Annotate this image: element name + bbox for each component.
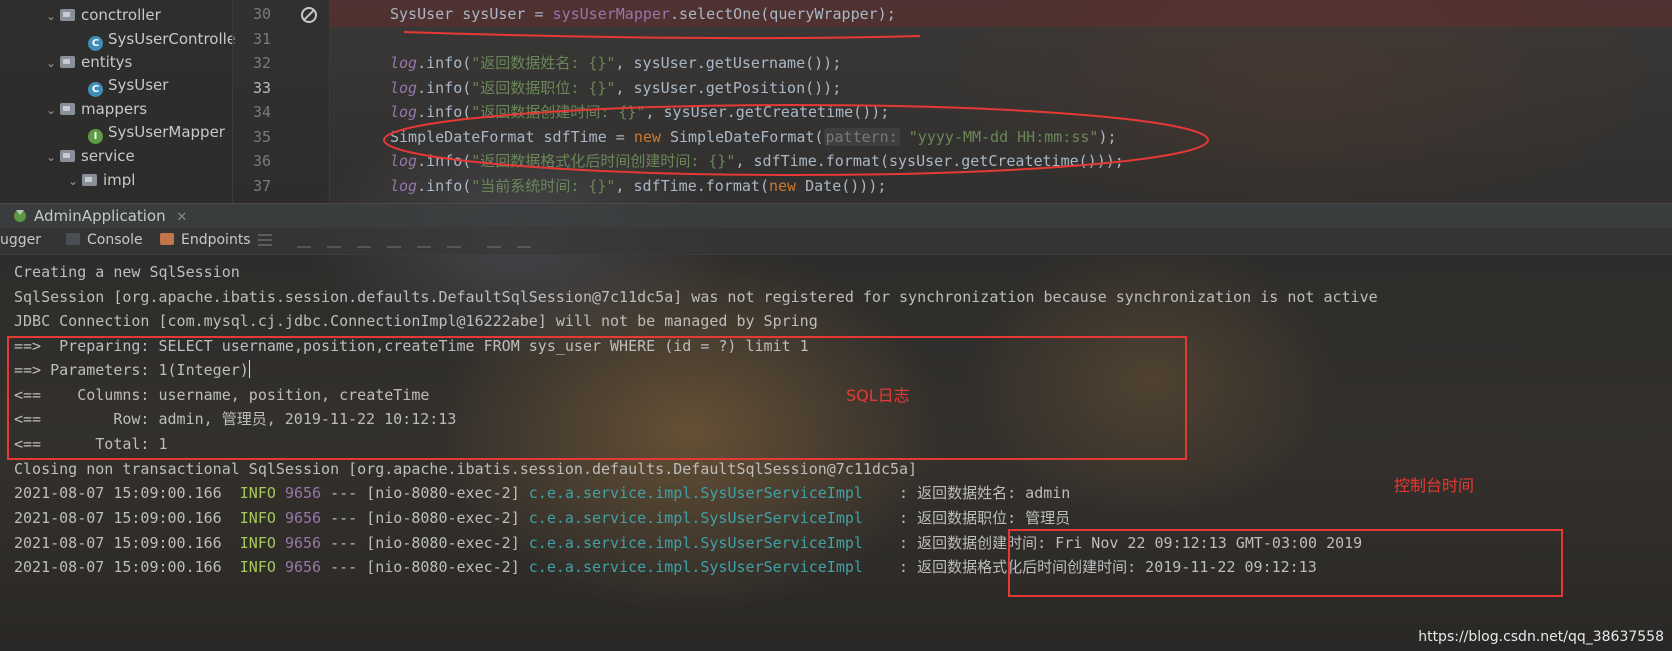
folder-icon — [60, 56, 75, 68]
step-out-icon[interactable] — [417, 234, 431, 248]
chevron-down-icon[interactable]: ⌄ — [46, 145, 60, 170]
chevron-down-icon[interactable]: ⌄ — [46, 4, 60, 29]
line-number-current: 33 — [252, 79, 271, 97]
chevron-down-icon[interactable]: ⌄ — [68, 169, 82, 194]
tab-debugger[interactable]: ugger — [0, 227, 41, 254]
run-app-icon — [12, 207, 28, 223]
folder-icon — [60, 150, 75, 162]
class-icon: C — [88, 36, 103, 51]
disabled-breakpoint-icon[interactable] — [301, 7, 317, 23]
endpoints-icon — [160, 233, 174, 245]
line-number: 36 — [252, 152, 271, 170]
chevron-down-icon[interactable]: ⌄ — [46, 98, 60, 123]
tree-item-label: service — [81, 147, 135, 165]
sql-log-highlight-box — [7, 336, 1187, 460]
menu-icon[interactable] — [258, 234, 272, 246]
folder-icon — [60, 9, 75, 21]
line-number: 30 — [252, 5, 271, 23]
interface-icon: I — [88, 129, 103, 144]
circle-annotation — [383, 104, 1209, 176]
run-to-cursor-icon[interactable] — [447, 234, 461, 248]
log-line: 2021-08-07 15:09:00.166 INFO 9656 --- [n… — [14, 509, 1071, 527]
tree-item-label: impl — [103, 171, 136, 189]
tab-endpoints[interactable]: Endpoints — [160, 227, 251, 254]
console-output[interactable]: Creating a new SqlSession SqlSession [or… — [0, 254, 1672, 651]
code-editor[interactable]: SysUser sysUser = sysUserMapper.selectOn… — [330, 0, 1672, 203]
line-number: 34 — [252, 103, 271, 121]
tree-item-label: SysUser — [108, 76, 169, 94]
log-line: 2021-08-07 15:09:00.166 INFO 9656 --- [n… — [14, 484, 1071, 502]
tree-item-sysuser[interactable]: C SysUser — [88, 73, 168, 98]
run-tool-window-header: AdminApplication ✕ — [0, 203, 1672, 228]
console-line: Creating a new SqlSession — [14, 263, 240, 281]
annotation-strokes — [383, 31, 1209, 176]
project-tree: ⌄ conctroller C SysUserControlle ⌄ entitys … — [0, 0, 236, 203]
folder-icon — [60, 103, 75, 115]
step-over-icon[interactable] — [327, 234, 341, 248]
tree-item-sysusercontroller[interactable]: C SysUserControlle — [88, 27, 236, 52]
line-number: 37 — [252, 177, 271, 195]
tree-item-entitys[interactable]: ⌄ entitys — [46, 50, 132, 75]
line-number: 35 — [252, 128, 271, 146]
console-icon — [66, 233, 80, 245]
underline-annotation — [403, 31, 921, 40]
line-number: 32 — [252, 54, 271, 72]
force-step-into-icon[interactable] — [387, 234, 401, 248]
chevron-down-icon[interactable]: ⌄ — [46, 51, 60, 76]
console-time-highlight-box — [1008, 529, 1563, 597]
console-line: SqlSession [org.apache.ibatis.session.de… — [14, 288, 1378, 306]
console-time-annotation: 控制台时间 — [1394, 476, 1475, 495]
folder-icon — [82, 174, 97, 186]
line-number: 31 — [252, 30, 271, 48]
tree-item-controller[interactable]: ⌄ conctroller — [46, 3, 161, 28]
tree-item-sysusermapper[interactable]: I SysUserMapper — [88, 120, 225, 145]
editor-gutter: 30 31 32 33 34 35 36 37 — [232, 0, 330, 203]
sql-log-annotation: SQL日志 — [846, 386, 910, 405]
console-line: Closing non transactional SqlSession [or… — [14, 460, 918, 478]
tree-item-label: mappers — [81, 100, 148, 118]
tree-item-impl[interactable]: ⌄ impl — [68, 168, 135, 193]
show-execution-point-icon[interactable] — [297, 234, 311, 248]
step-into-icon[interactable] — [357, 234, 371, 248]
tree-item-label: conctroller — [81, 6, 161, 24]
watermark: https://blog.csdn.net/qq_38637558 — [1418, 629, 1664, 645]
run-toolbar: ugger Console Endpoints — [0, 227, 1672, 255]
trace-icon[interactable] — [517, 234, 531, 248]
tree-item-label: SysUserMapper — [108, 123, 225, 141]
tree-item-label: entitys — [81, 53, 133, 71]
close-icon[interactable]: ✕ — [176, 210, 187, 225]
class-icon: C — [88, 82, 103, 97]
tree-item-label: SysUserControlle — [108, 30, 237, 48]
tab-console[interactable]: Console — [66, 227, 143, 254]
console-line: JDBC Connection [com.mysql.cj.jdbc.Conne… — [14, 312, 818, 330]
tree-item-mappers[interactable]: ⌄ mappers — [46, 97, 147, 122]
tree-item-service[interactable]: ⌄ service — [46, 144, 135, 169]
evaluate-expression-icon[interactable] — [487, 234, 501, 248]
